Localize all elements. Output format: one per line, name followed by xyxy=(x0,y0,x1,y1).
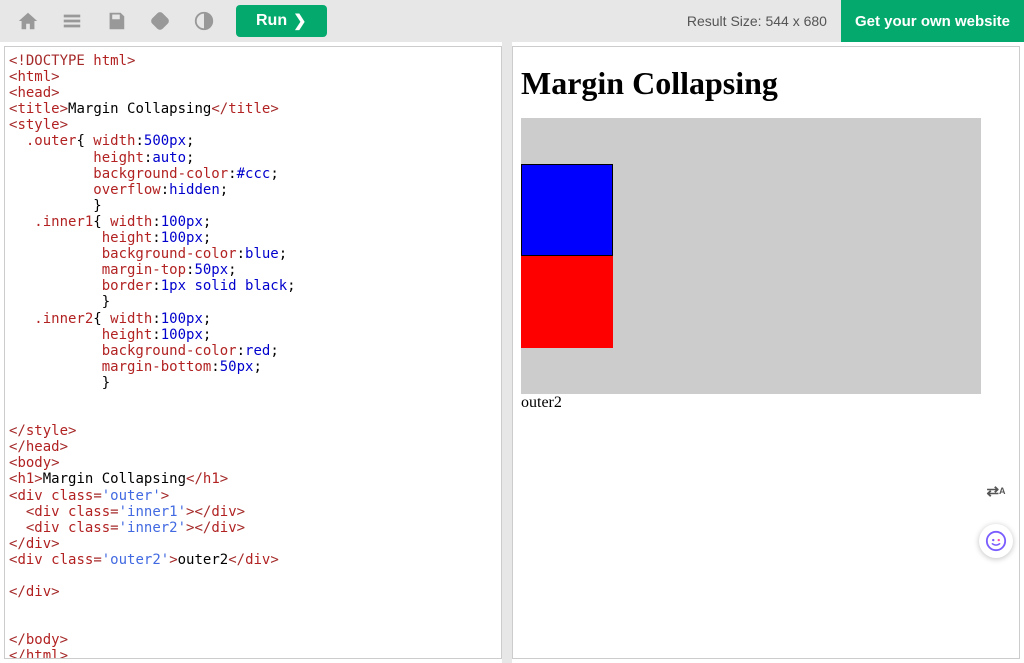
code-line: background-color:blue; xyxy=(9,246,497,262)
code-line: <!DOCTYPE html> xyxy=(9,53,497,69)
toolbar: Run ❯ Result Size: 544 x 680 Get your ow… xyxy=(0,0,1024,42)
rendered-output: Margin Collapsing outer2 xyxy=(521,65,1011,412)
code-line xyxy=(9,407,497,423)
result-size-label: Result Size: 544 x 680 xyxy=(687,13,827,29)
menu-icon[interactable] xyxy=(52,0,92,42)
code-line: <h1>Margin Collapsing</h1> xyxy=(9,471,497,487)
code-line: overflow:hidden; xyxy=(9,182,497,198)
code-line: margin-bottom:50px; xyxy=(9,359,497,375)
code-line: <div class='inner1'></div> xyxy=(9,504,497,520)
code-line xyxy=(9,568,497,584)
code-line: height:100px; xyxy=(9,327,497,343)
assistant-icon[interactable] xyxy=(979,524,1013,558)
code-line xyxy=(9,600,497,616)
code-line: .outer{ width:500px; xyxy=(9,133,497,149)
code-line: height:100px; xyxy=(9,230,497,246)
inner1-box xyxy=(521,164,613,256)
pane-splitter[interactable] xyxy=(502,42,512,663)
code-line: height:auto; xyxy=(9,150,497,166)
code-line: </style> xyxy=(9,423,497,439)
code-line xyxy=(9,391,497,407)
code-line: } xyxy=(9,294,497,310)
code-line: .inner1{ width:100px; xyxy=(9,214,497,230)
outer-box xyxy=(521,118,981,394)
code-editor[interactable]: <!DOCTYPE html><html><head><title>Margin… xyxy=(4,46,502,659)
code-line: <div class='outer'> xyxy=(9,488,497,504)
translate-icon[interactable]: ⇄A xyxy=(979,474,1013,508)
code-line: <div class='outer2'>outer2</div> xyxy=(9,552,497,568)
rotate-icon[interactable] xyxy=(140,0,180,42)
code-line: <div class='inner2'></div> xyxy=(9,520,497,536)
run-label: Run xyxy=(256,12,287,30)
code-line: </div> xyxy=(9,536,497,552)
run-button[interactable]: Run ❯ xyxy=(236,5,327,37)
code-line: margin-top:50px; xyxy=(9,262,497,278)
code-line: border:1px solid black; xyxy=(9,278,497,294)
save-icon[interactable] xyxy=(96,0,136,42)
result-pane: Margin Collapsing outer2 ⇄A xyxy=(512,46,1020,659)
home-icon[interactable] xyxy=(8,0,48,42)
code-line: <style> xyxy=(9,117,497,133)
result-heading: Margin Collapsing xyxy=(521,65,1011,102)
code-line: </div> xyxy=(9,584,497,600)
inner2-box xyxy=(521,256,613,348)
code-line: <html> xyxy=(9,69,497,85)
code-line: background-color:#ccc; xyxy=(9,166,497,182)
chevron-right-icon: ❯ xyxy=(293,11,306,31)
code-line: } xyxy=(9,375,497,391)
code-line: </html> xyxy=(9,648,497,659)
code-line: .inner2{ width:100px; xyxy=(9,311,497,327)
code-line: <title>Margin Collapsing</title> xyxy=(9,101,497,117)
theme-icon[interactable] xyxy=(184,0,224,42)
split-panes: <!DOCTYPE html><html><head><title>Margin… xyxy=(0,42,1024,663)
code-line: <body> xyxy=(9,455,497,471)
code-line: </head> xyxy=(9,439,497,455)
code-line: } xyxy=(9,198,497,214)
get-own-website-button[interactable]: Get your own website xyxy=(841,0,1024,42)
code-line: </body> xyxy=(9,632,497,648)
outer2-text: outer2 xyxy=(521,394,1011,412)
code-line xyxy=(9,616,497,632)
code-line: <head> xyxy=(9,85,497,101)
code-line: background-color:red; xyxy=(9,343,497,359)
